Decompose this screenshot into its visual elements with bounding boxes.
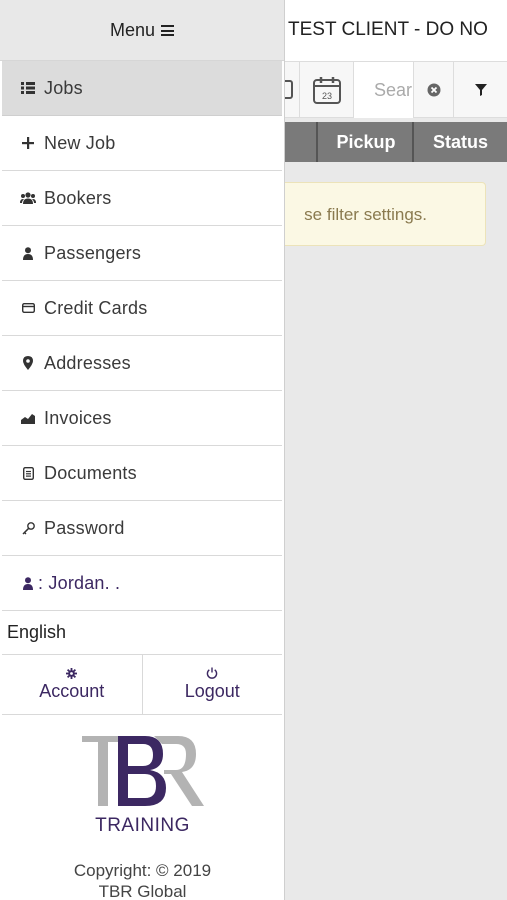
language-selector[interactable]: English: [2, 611, 282, 655]
calendar-button[interactable]: 23: [300, 62, 354, 118]
menu-item-label: Password: [44, 517, 125, 538]
menu-item-new-job[interactable]: New Job: [2, 116, 282, 171]
notice-text: se filter settings.: [304, 205, 427, 224]
menu-item-invoices[interactable]: Invoices: [2, 391, 282, 446]
menu-item-label: Passengers: [44, 242, 142, 263]
menu-item-password[interactable]: Password: [2, 501, 282, 556]
menu-item-bookers[interactable]: Bookers: [2, 171, 282, 226]
no-results-notice: se filter settings.: [284, 182, 486, 246]
map-marker-icon: [20, 355, 36, 371]
account-actions: Account Logout: [2, 655, 282, 715]
user-icon: [20, 575, 36, 591]
credit-card-icon: [20, 300, 36, 316]
menu-item-jobs[interactable]: Jobs: [2, 61, 282, 116]
menu-item-addresses[interactable]: Addresses: [2, 336, 282, 391]
copyright-text: Copyright: © 2019 TBR Global: [0, 860, 284, 900]
menu-item-label: Bookers: [44, 187, 112, 208]
search-box[interactable]: [354, 62, 414, 118]
menu-toggle[interactable]: Menu: [0, 0, 284, 61]
side-menu: Menu Jobs New Job Bookers Passengers Cre…: [0, 0, 285, 900]
copyright-company: TBR Global: [98, 882, 187, 900]
document-icon: [20, 465, 36, 481]
column-header-status[interactable]: Status: [412, 122, 507, 162]
clear-search-button[interactable]: [414, 62, 454, 118]
filter-icon: [474, 84, 487, 96]
list-icon: [20, 80, 36, 96]
menu-item-label: New Job: [44, 132, 116, 153]
gear-icon: [66, 667, 78, 679]
users-icon: [20, 190, 36, 206]
logo-tagline: TRAINING: [95, 815, 190, 836]
copyright-line: Copyright: © 2019: [73, 861, 212, 880]
account-button[interactable]: Account: [2, 655, 142, 714]
menu-item-label: Jobs: [44, 77, 83, 98]
calendar-icon: 23: [312, 77, 341, 104]
tbr-logo-mark: [82, 736, 204, 806]
tbr-training-logo: TRAINING: [0, 730, 284, 840]
menu-item-label: Credit Cards: [44, 297, 148, 318]
menu-item-documents[interactable]: Documents: [2, 446, 282, 501]
copy-icon: [283, 80, 293, 99]
client-title: TEST CLIENT - DO NO: [288, 19, 488, 40]
jobs-table-header: Pickup Status: [284, 122, 507, 162]
logout-label: Logout: [184, 681, 240, 701]
user-name-label: : Jordan. .: [38, 572, 121, 593]
page-header: TEST CLIENT - DO NO: [284, 0, 507, 62]
plus-icon: [20, 135, 36, 151]
logout-button[interactable]: Logout: [141, 655, 283, 714]
search-input[interactable]: [374, 79, 412, 101]
menu-title: Menu: [109, 19, 156, 40]
user-icon: [20, 245, 36, 261]
menu-item-user-profile[interactable]: : Jordan. .: [2, 556, 282, 611]
key-icon: [20, 520, 36, 536]
toolbar: 23: [283, 62, 507, 118]
close-circle-icon: [427, 83, 440, 97]
column-header-pickup[interactable]: Pickup: [316, 122, 414, 162]
filter-button[interactable]: [454, 62, 507, 118]
menu-item-label: Documents: [44, 462, 137, 483]
chart-area-icon: [20, 410, 36, 426]
menu-item-label: Invoices: [44, 407, 112, 428]
power-icon: [207, 667, 218, 679]
menu-item-passengers[interactable]: Passengers: [2, 226, 282, 281]
account-label: Account: [39, 680, 105, 701]
hamburger-icon: [161, 25, 175, 36]
menu-item-label: Addresses: [44, 352, 131, 373]
menu-item-credit-cards[interactable]: Credit Cards: [2, 281, 282, 336]
svg-text:23: 23: [321, 91, 331, 101]
